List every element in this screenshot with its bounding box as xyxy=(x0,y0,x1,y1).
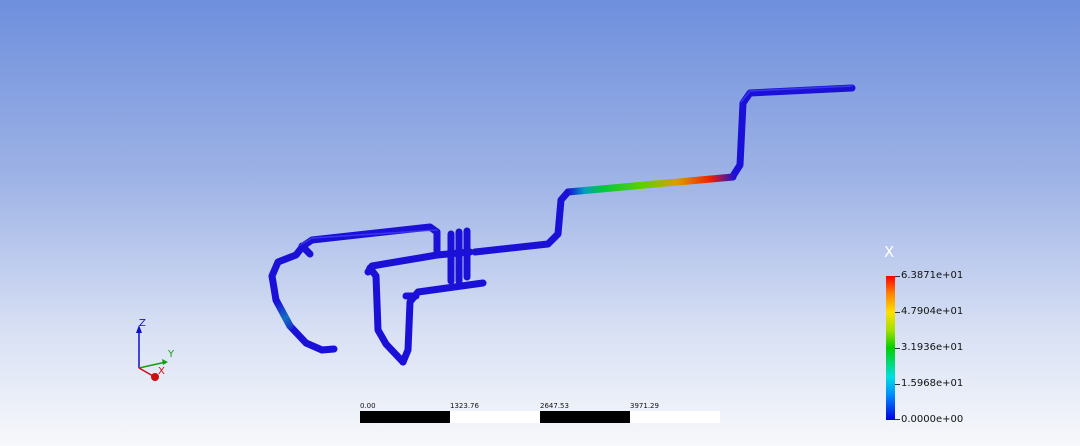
legend-label: 3.1936e+01 xyxy=(901,342,964,353)
scale-label: 3971.29 xyxy=(630,402,659,410)
legend-tick xyxy=(895,419,900,420)
scale-label: 0.00 xyxy=(360,402,376,410)
scale-segment-dark xyxy=(540,411,630,423)
legend-label: 4.7904e+01 xyxy=(901,306,964,317)
scale-segment-light xyxy=(630,411,720,423)
axis-x-label: X xyxy=(158,366,165,377)
legend-tick xyxy=(895,348,900,349)
axis-y-label: Y xyxy=(168,349,175,360)
axis-z-label: Z xyxy=(139,318,146,329)
scale-segment-light xyxy=(450,411,540,423)
legend-label-min: 0.0000e+00 xyxy=(901,414,964,425)
scale-segment-dark xyxy=(360,411,450,423)
legend-label: 1.5968e+01 xyxy=(901,378,964,389)
legend-color-bar xyxy=(886,276,895,420)
legend-tick xyxy=(895,276,900,277)
legend-title: X xyxy=(884,243,895,261)
legend-label-max: 6.3871e+01 xyxy=(901,270,964,281)
legend-tick xyxy=(895,312,900,313)
legend-tick xyxy=(895,384,900,385)
pipe-model[interactable] xyxy=(268,84,856,366)
scale-label: 1323.76 xyxy=(450,402,479,410)
scale-label: 2647.53 xyxy=(540,402,569,410)
